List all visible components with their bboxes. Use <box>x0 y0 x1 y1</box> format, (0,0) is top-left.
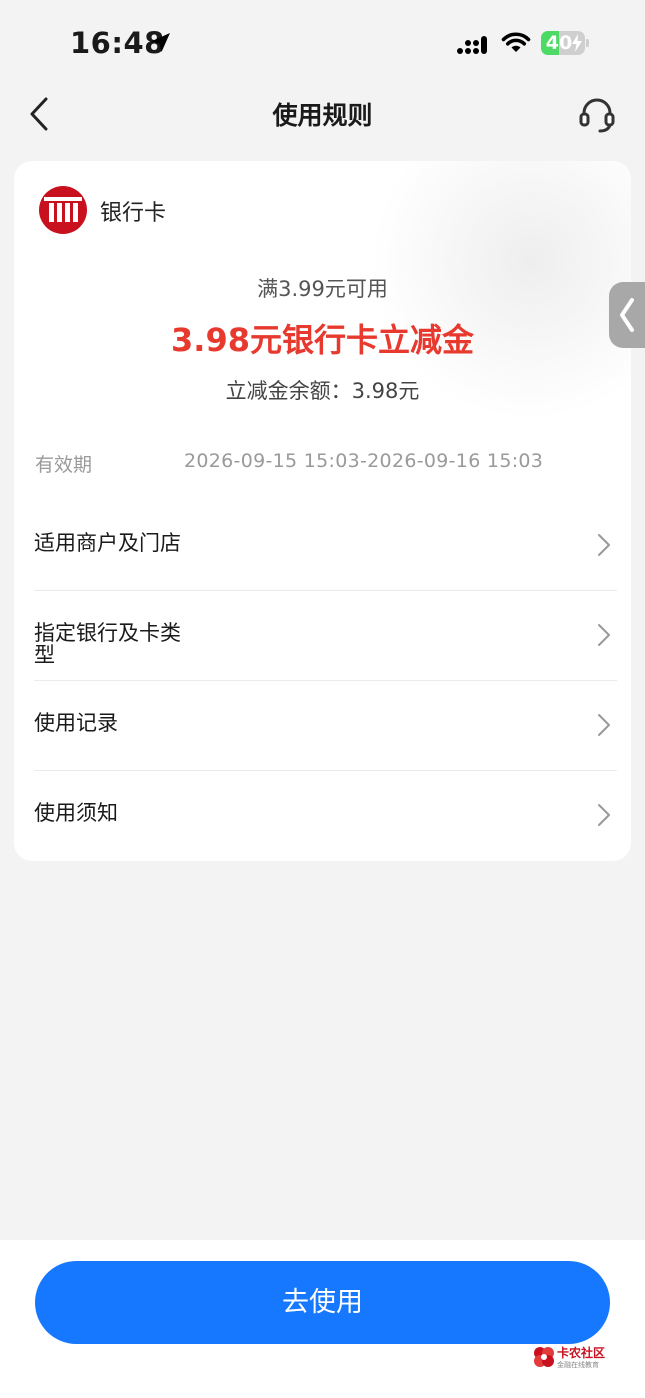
page-title: 使用规则 <box>272 101 373 130</box>
watermark: 卡农社区 金融在线教育 <box>532 1343 612 1373</box>
status-bar: 16:48 40 <box>0 0 645 88</box>
watermark-logo <box>534 1347 554 1367</box>
cellular-signal-icon <box>457 36 487 54</box>
row-usage-notes[interactable]: 使用须知 <box>34 771 617 861</box>
watermark-title: 卡农社区 <box>557 1346 606 1360</box>
use-now-button[interactable]: 去使用 <box>35 1261 610 1344</box>
row-merchants-stores[interactable]: 适用商户及门店 <box>34 501 617 591</box>
row-label: 适用商户及门店 <box>34 531 181 555</box>
row-label: 使用须知 <box>34 801 118 825</box>
chevron-right-icon <box>598 804 610 826</box>
row-usage-records[interactable]: 使用记录 <box>34 681 617 771</box>
row-label: 使用记录 <box>34 711 118 735</box>
coupon-balance: 立减金余额：3.98元 <box>225 379 420 403</box>
location-arrow-icon <box>151 33 170 52</box>
chevron-right-icon <box>598 624 610 646</box>
charging-bolt-icon <box>572 34 582 52</box>
bank-logo-icon <box>39 186 87 234</box>
validity-label: 有效期 <box>35 454 93 476</box>
row-bank-card-types[interactable]: 指定银行及卡类 型 <box>34 591 617 681</box>
bank-name: 银行卡 <box>100 201 167 226</box>
headset-icon[interactable] <box>577 95 617 135</box>
validity-value: 2026-09-15 15:03-2026-09-16 15:03 <box>184 450 544 472</box>
chevron-left-icon <box>620 298 634 332</box>
row-label: 指定银行及卡类 型 <box>34 621 181 667</box>
usage-threshold: 满3.99元可用 <box>257 277 388 301</box>
battery-cap <box>586 39 589 47</box>
chevron-right-icon <box>598 534 610 556</box>
coupon-card: 银行卡 满3.99元可用 3.98元银行卡立减金 立减金余额：3.98元 有效期… <box>14 161 631 861</box>
chevron-right-icon <box>598 714 610 736</box>
watermark-subtitle: 金融在线教育 <box>557 1361 599 1369</box>
side-float-tab[interactable] <box>609 282 645 348</box>
wifi-icon <box>501 32 531 52</box>
battery-body: 40 <box>541 31 585 55</box>
battery-charging-icon: 40 <box>541 31 589 55</box>
coupon-title: 3.98元银行卡立减金 <box>171 321 474 359</box>
